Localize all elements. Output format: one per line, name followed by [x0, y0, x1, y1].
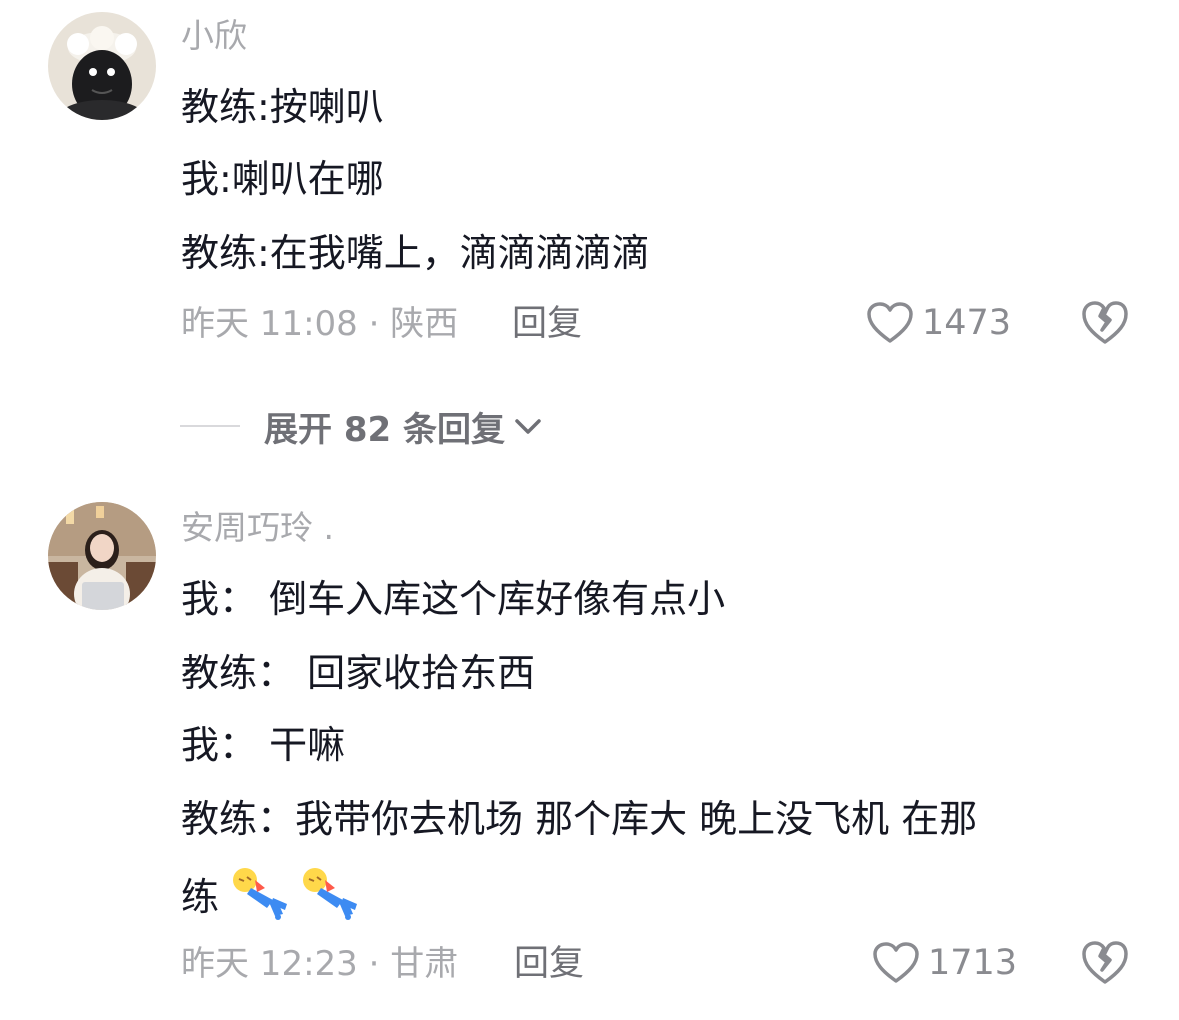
comment-line: 教练：我带你去机场 那个库大 晚上没飞机 在那	[181, 797, 978, 841]
comment-line-text: 练	[181, 875, 220, 919]
comment-line: 教练： 回家收拾东西	[181, 651, 536, 695]
woman-laptop-avatar-icon	[48, 502, 156, 610]
username[interactable]: 安周巧玲 .	[181, 508, 334, 548]
avatar[interactable]	[48, 502, 156, 610]
comment-line: 我： 倒车入库这个库好像有点小	[181, 577, 726, 621]
like-count: 1713	[928, 943, 1018, 983]
like-button[interactable]: 1713	[872, 938, 1017, 988]
lying-down-emoji-icon	[233, 868, 288, 920]
lying-down-emoji-icon	[303, 868, 358, 920]
heart-icon	[873, 942, 919, 983]
comment-item: 安周巧玲 . 我： 倒车入库这个库好像有点小 教练： 回家收拾东西 我： 干嘛 …	[0, 0, 1179, 1020]
reply-button[interactable]: 回复	[514, 943, 584, 985]
comment-line: 我： 干嘛	[181, 723, 346, 767]
dislike-button[interactable]	[1080, 938, 1130, 988]
comment-line-last: 练	[181, 866, 359, 920]
broken-heart-icon	[1082, 941, 1128, 984]
comment-meta: 昨天 12:23 · 甘肃	[181, 944, 459, 984]
